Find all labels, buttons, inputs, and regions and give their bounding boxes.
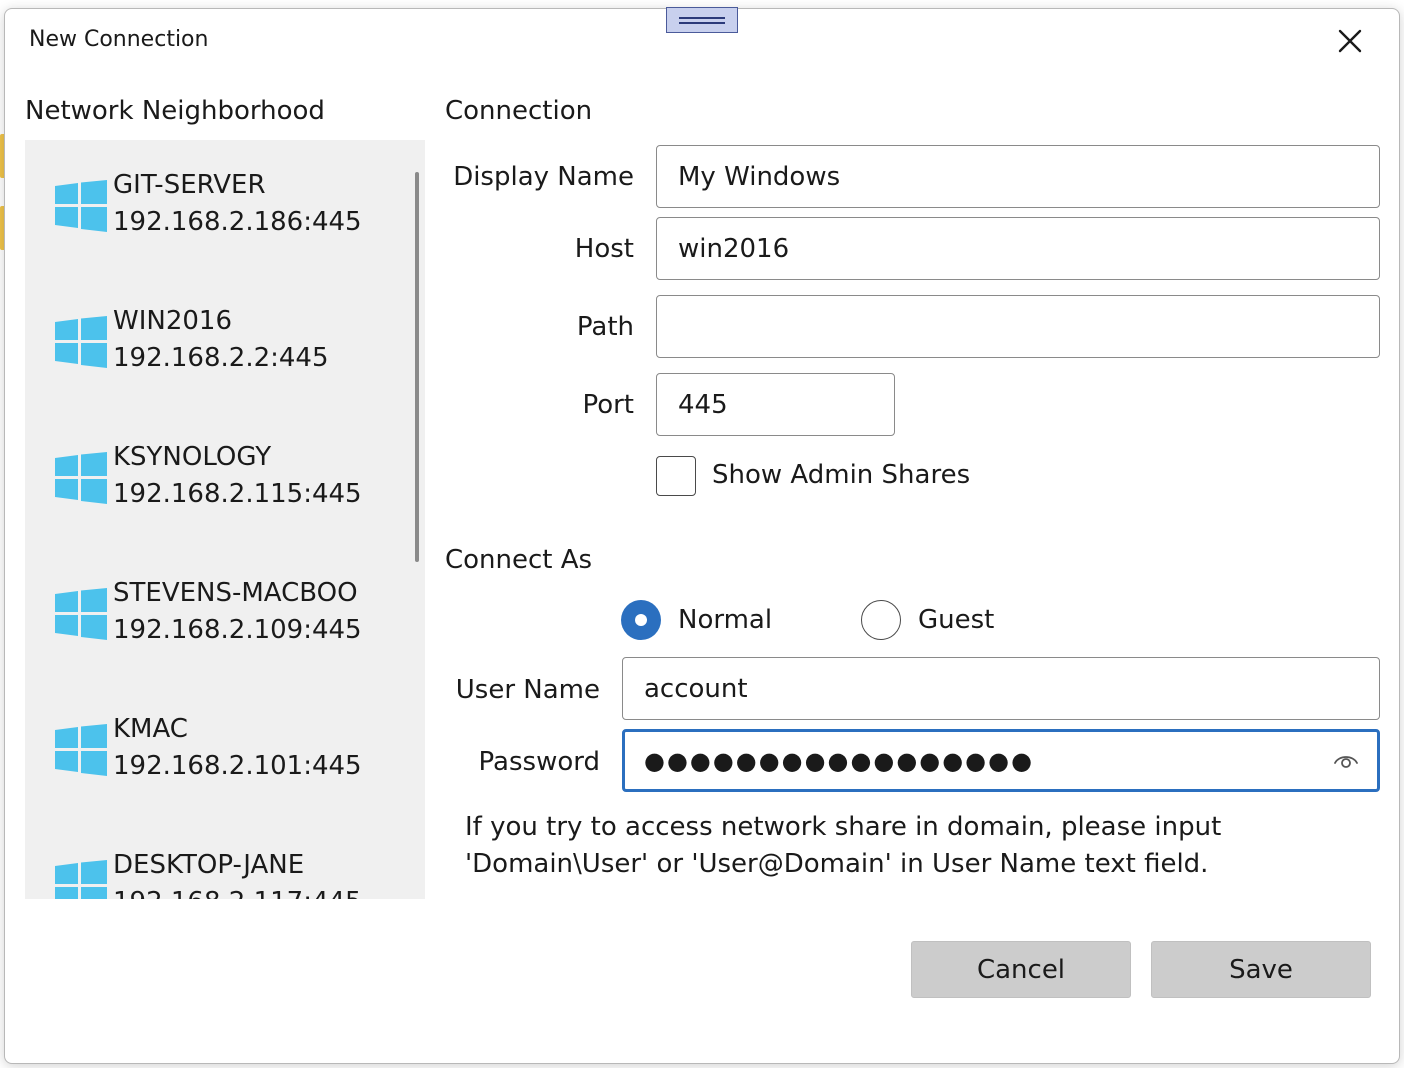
windows-icon [55, 316, 107, 368]
network-item-address: 192.168.2.115:445 [113, 479, 362, 509]
network-item[interactable]: KSYNOLOGY 192.168.2.115:445 [25, 412, 405, 532]
show-admin-shares-checkbox[interactable] [656, 456, 696, 496]
network-item[interactable]: WIN2016 192.168.2.2:445 [25, 276, 405, 396]
network-neighborhood-heading: Network Neighborhood [25, 96, 325, 126]
network-neighborhood-list[interactable]: GIT-SERVER 192.168.2.186:445 WIN2016 192.16… [25, 140, 425, 899]
host-label: Host [574, 234, 634, 264]
path-label: Path [576, 312, 634, 342]
network-item[interactable]: KMAC 192.168.2.101:445 [25, 684, 405, 804]
radio-normal[interactable] [621, 600, 661, 640]
connect-as-heading: Connect As [445, 545, 593, 575]
close-button[interactable] [1325, 21, 1375, 61]
port-input[interactable]: 445 [656, 373, 895, 436]
cancel-button[interactable]: Cancel [911, 941, 1131, 998]
user-name-label: User Name [455, 675, 600, 705]
windows-icon [55, 180, 107, 232]
radio-normal-label[interactable]: Normal [678, 605, 772, 635]
network-item-address: 192.168.2.109:445 [113, 615, 362, 645]
new-connection-dialog: New Connection Network Neighborhood GIT-… [4, 7, 1400, 1064]
windows-icon [55, 860, 107, 899]
list-scrollbar[interactable] [415, 172, 419, 562]
network-item-name: KSYNOLOGY [113, 442, 272, 472]
network-item-address: 192.168.2.117:445 [113, 887, 362, 899]
network-item-name: WIN2016 [113, 306, 232, 336]
password-masked-value: ●●●●●●●●●●●●●●●●● [644, 746, 1035, 775]
close-icon [1338, 29, 1362, 53]
password-label: Password [478, 747, 600, 777]
radio-guest[interactable] [861, 600, 901, 640]
save-button[interactable]: Save [1151, 941, 1371, 998]
network-item-address: 192.168.2.2:445 [113, 343, 329, 373]
display-name-label: Display Name [453, 162, 634, 192]
port-label: Port [582, 390, 634, 420]
windows-icon [55, 588, 107, 640]
path-input[interactable] [656, 295, 1380, 358]
domain-hint-text: If you try to access network share in do… [465, 812, 1222, 879]
network-item[interactable]: DESKTOP-JANE 192.168.2.117:445 [25, 820, 405, 899]
display-name-input[interactable]: My Windows [656, 145, 1380, 208]
network-item-name: GIT-SERVER [113, 170, 266, 200]
eye-icon[interactable] [1333, 752, 1359, 770]
connection-heading: Connection [445, 96, 593, 126]
network-item-address: 192.168.2.186:445 [113, 207, 362, 237]
password-input[interactable]: ●●●●●●●●●●●●●●●●● [622, 729, 1380, 792]
windows-icon [55, 724, 107, 776]
user-name-input[interactable]: account [622, 657, 1380, 720]
network-item-name: DESKTOP-JANE [113, 850, 305, 880]
network-item-address: 192.168.2.101:445 [113, 751, 362, 781]
drag-handle[interactable] [666, 7, 738, 33]
network-item[interactable]: STEVENS-MACBOO 192.168.2.109:445 [25, 548, 405, 668]
windows-icon [55, 452, 107, 504]
dialog-title: New Connection [29, 27, 209, 52]
show-admin-shares-label[interactable]: Show Admin Shares [712, 460, 970, 490]
network-item-name: KMAC [113, 714, 188, 744]
radio-guest-label[interactable]: Guest [918, 605, 994, 635]
network-item-name: STEVENS-MACBOO [113, 578, 358, 608]
host-input[interactable]: win2016 [656, 217, 1380, 280]
network-item[interactable]: GIT-SERVER 192.168.2.186:445 [25, 140, 405, 260]
